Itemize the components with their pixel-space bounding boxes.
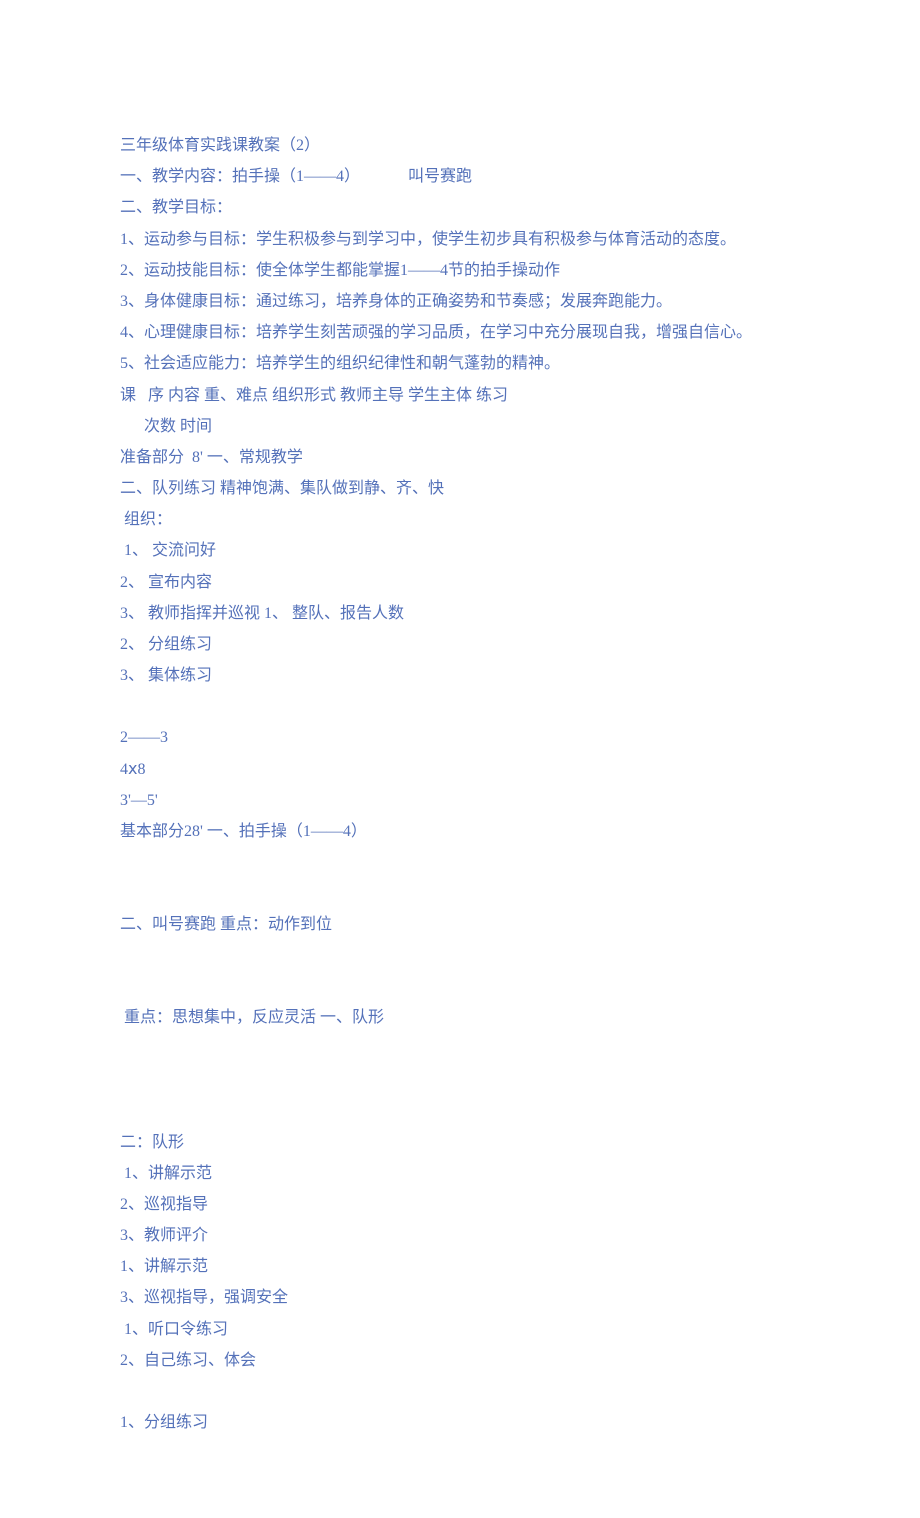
spacer: [120, 940, 800, 1002]
line-goal-1: 1、运动参与目标：学生积极参与到学习中，使学生初步具有积极参与体育活动的态度。: [120, 224, 800, 255]
line-count-1: 2——3: [120, 722, 800, 753]
line-item-3: 3、 教师指挥并巡视 1、 整队、报告人数: [120, 598, 800, 629]
line-prep-1: 准备部分 8' 一、常规教学: [120, 442, 800, 473]
spacer: [120, 847, 800, 909]
line-goal-5: 5、社会适应能力：培养学生的组织纪律性和朝气蓬勃的精神。: [120, 348, 800, 379]
line-teach-4: 1、讲解示范: [120, 1251, 800, 1282]
line-teach-1: 1、讲解示范: [120, 1158, 800, 1189]
line-form-2: 二：队形: [120, 1127, 800, 1158]
line-content-1: 一、教学内容：拍手操（1——4） 叫号赛跑: [120, 161, 800, 192]
line-item-4: 2、 分组练习: [120, 629, 800, 660]
line-org: 组织：: [120, 504, 800, 535]
spacer: [120, 1034, 800, 1127]
line-teach-5: 3、巡视指导，强调安全: [120, 1282, 800, 1313]
line-teach-3: 3、教师评介: [120, 1220, 800, 1251]
line-goal-3: 3、身体健康目标：通过练习，培养身体的正确姿势和节奏感；发展奔跑能力。: [120, 286, 800, 317]
line-content-2: 二、教学目标：: [120, 192, 800, 223]
line-item-1: 1、 交流问好: [120, 535, 800, 566]
line-practice-2: 2、自己练习、体会: [120, 1345, 800, 1376]
line-title: 三年级体育实践课教案（2）: [120, 130, 800, 161]
line-header-1: 课 序 内容 重、难点 组织形式 教师主导 学生主体 练习: [120, 380, 800, 411]
line-time-1: 3'—5': [120, 785, 800, 816]
line-teach-2: 2、巡视指导: [120, 1189, 800, 1220]
line-goal-2: 2、运动技能目标：使全体学生都能掌握1——4节的拍手操动作: [120, 255, 800, 286]
line-count-2: 4ⅹ8: [120, 754, 800, 785]
line-basic-1: 基本部分28' 一、拍手操（1——4）: [120, 816, 800, 847]
line-item-2: 2、 宣布内容: [120, 567, 800, 598]
line-goal-4: 4、心理健康目标：培养学生刻苦顽强的学习品质，在学习中充分展现自我，增强自信心。: [120, 317, 800, 348]
line-prep-2: 二、队列练习 精神饱满、集队做到静、齐、快: [120, 473, 800, 504]
spacer: [120, 1376, 800, 1407]
line-basic-2: 二、叫号赛跑 重点：动作到位: [120, 909, 800, 940]
line-item-5: 3、 集体练习: [120, 660, 800, 691]
line-header-2: 次数 时间: [120, 411, 800, 442]
line-practice-3: 1、分组练习: [120, 1407, 800, 1438]
line-practice-1: 1、听口令练习: [120, 1314, 800, 1345]
spacer: [120, 691, 800, 722]
line-focus-1: 重点：思想集中，反应灵活 一、队形: [120, 1002, 800, 1033]
